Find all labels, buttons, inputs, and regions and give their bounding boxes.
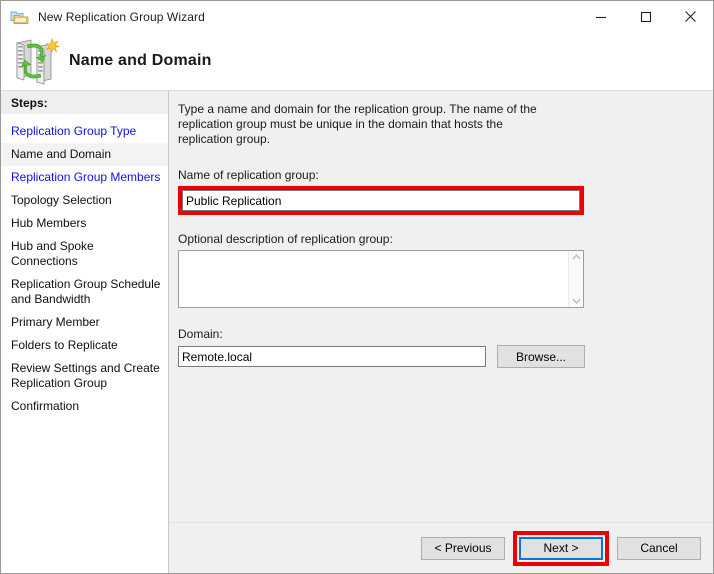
content-inner: Type a name and domain for the replicati… [169, 91, 713, 522]
sidebar-item-replication-group-type[interactable]: Replication Group Type [1, 120, 168, 143]
previous-button[interactable]: < Previous [421, 536, 505, 560]
page-title: Name and Domain [69, 52, 212, 69]
wizard-window: New Replication Group Wizard Name and Do… [0, 0, 714, 574]
sidebar-item-hub-and-spoke-connections[interactable]: Hub and Spoke Connections [1, 235, 168, 273]
name-input-annotation [178, 186, 584, 215]
sidebar-item-confirmation[interactable]: Confirmation [1, 395, 168, 418]
steps-list: Replication Group Type Name and Domain R… [1, 114, 168, 418]
browse-button[interactable]: Browse... [497, 345, 585, 368]
sidebar-item-topology-selection[interactable]: Topology Selection [1, 189, 168, 212]
cancel-button[interactable]: Cancel [617, 536, 701, 560]
description-field-label: Optional description of replication grou… [178, 232, 393, 246]
sidebar-item-replication-group-schedule-and-bandwidth[interactable]: Replication Group Schedule and Bandwidth [1, 273, 168, 311]
domain-row: Browse... [178, 345, 699, 368]
sidebar-item-folders-to-replicate[interactable]: Folders to Replicate [1, 334, 168, 357]
window-controls [578, 1, 713, 32]
domain-field-label: Domain: [178, 327, 223, 341]
name-input[interactable] [182, 190, 580, 211]
page-banner: Name and Domain [1, 32, 713, 91]
description-field-wrapper [178, 250, 584, 308]
server-replication-icon [11, 37, 63, 85]
next-button-annotation: Next > [513, 530, 609, 566]
close-icon[interactable] [668, 1, 713, 32]
steps-sidebar: Steps: Replication Group Type Name and D… [1, 91, 169, 573]
wizard-footer: < Previous Next > Cancel [169, 523, 713, 573]
steps-header: Steps: [1, 91, 168, 114]
next-button[interactable]: Next > [519, 536, 603, 560]
sidebar-item-review-settings-and-create-replication-group[interactable]: Review Settings and Create Replication G… [1, 357, 168, 395]
description-textarea[interactable] [179, 251, 568, 307]
description-scrollbar[interactable] [568, 251, 583, 307]
sidebar-item-primary-member[interactable]: Primary Member [1, 311, 168, 334]
maximize-icon[interactable] [623, 1, 668, 32]
title-bar: New Replication Group Wizard [1, 1, 713, 32]
window-body: Steps: Replication Group Type Name and D… [1, 91, 713, 573]
name-field-label: Name of replication group: [178, 168, 319, 182]
domain-input[interactable] [178, 346, 486, 367]
window-title: New Replication Group Wizard [38, 9, 205, 24]
minimize-icon[interactable] [578, 1, 623, 32]
sidebar-item-hub-members[interactable]: Hub Members [1, 212, 168, 235]
scroll-down-icon [571, 298, 581, 304]
sidebar-item-replication-group-members[interactable]: Replication Group Members [1, 166, 168, 189]
sidebar-item-name-and-domain[interactable]: Name and Domain [1, 143, 168, 166]
folder-replication-icon [10, 7, 30, 27]
content-panel: Type a name and domain for the replicati… [169, 91, 713, 573]
scroll-up-icon [571, 254, 581, 260]
intro-text: Type a name and domain for the replicati… [178, 102, 537, 146]
